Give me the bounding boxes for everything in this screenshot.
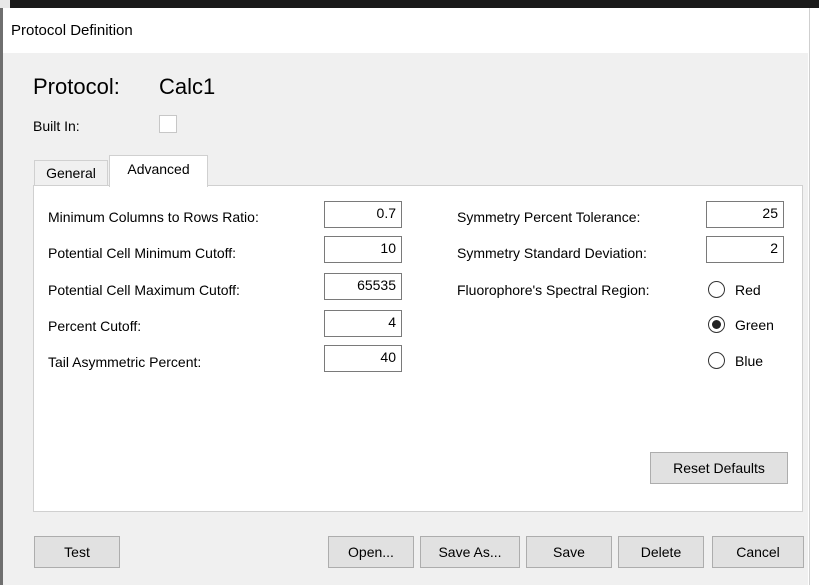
border-notch xyxy=(0,0,10,8)
radio-red-label: Red xyxy=(735,282,761,298)
delete-button[interactable]: Delete xyxy=(618,536,704,568)
open-button[interactable]: Open... xyxy=(328,536,414,568)
symmetry-std-deviation-input[interactable]: 2 xyxy=(706,236,784,263)
potential-cell-max-cutoff-input[interactable]: 65535 xyxy=(324,273,402,300)
title-bar: Protocol Definition xyxy=(3,8,808,53)
cancel-button[interactable]: Cancel xyxy=(712,536,804,568)
window-title: Protocol Definition xyxy=(11,22,133,39)
symmetry-percent-tolerance-label: Symmetry Percent Tolerance: xyxy=(457,209,641,225)
built-in-label: Built In: xyxy=(33,118,80,134)
protocol-label: Protocol: xyxy=(33,74,120,99)
potential-cell-max-cutoff-label: Potential Cell Maximum Cutoff: xyxy=(48,282,240,298)
radio-blue-label: Blue xyxy=(735,353,764,369)
tab-general[interactable]: General xyxy=(34,160,108,185)
radio-blue[interactable] xyxy=(708,352,725,369)
percent-cutoff-input[interactable]: 4 xyxy=(324,310,402,337)
symmetry-std-deviation-label: Symmetry Standard Deviation: xyxy=(457,245,647,261)
tail-asymmetric-percent-label: Tail Asymmetric Percent: xyxy=(48,354,202,370)
save-button[interactable]: Save xyxy=(526,536,612,568)
spectral-region-label: Fluorophore's Spectral Region: xyxy=(457,282,650,298)
top-window-border xyxy=(0,0,819,8)
tab-advanced-label: Advanced xyxy=(127,161,190,177)
test-button[interactable]: Test xyxy=(34,536,120,568)
min-columns-rows-ratio-label: Minimum Columns to Rows Ratio: xyxy=(48,209,259,225)
tab-advanced[interactable]: Advanced xyxy=(109,155,208,187)
save-as-button[interactable]: Save As... xyxy=(420,536,520,568)
potential-cell-min-cutoff-input[interactable]: 10 xyxy=(324,236,402,263)
min-columns-rows-ratio-input[interactable]: 0.7 xyxy=(324,201,402,228)
radio-green[interactable] xyxy=(708,316,725,333)
percent-cutoff-label: Percent Cutoff: xyxy=(48,318,142,334)
symmetry-percent-tolerance-input[interactable]: 25 xyxy=(706,201,784,228)
built-in-checkbox[interactable] xyxy=(159,115,177,133)
right-window-border xyxy=(809,8,819,585)
radio-red[interactable] xyxy=(708,281,725,298)
tail-asymmetric-percent-input[interactable]: 40 xyxy=(324,345,402,372)
potential-cell-min-cutoff-label: Potential Cell Minimum Cutoff: xyxy=(48,245,237,261)
tab-general-label: General xyxy=(46,165,96,181)
protocol-name: Calc1 xyxy=(159,74,216,99)
radio-green-label: Green xyxy=(735,317,774,333)
reset-defaults-button[interactable]: Reset Defaults xyxy=(650,452,788,484)
